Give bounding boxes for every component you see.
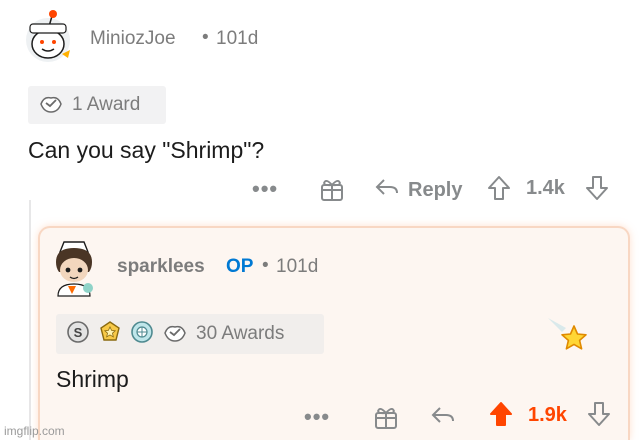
give-award-icon[interactable]: [372, 403, 400, 436]
score: 1.9k: [528, 404, 567, 426]
upvote-button[interactable]: [488, 400, 514, 433]
username[interactable]: sparklees: [117, 256, 205, 278]
downvote-button[interactable]: [586, 400, 612, 433]
thread-line[interactable]: [29, 200, 31, 440]
reply-button[interactable]: Reply: [374, 176, 462, 204]
watermark: imgflip.com: [4, 424, 65, 438]
gold-award-icon: [98, 320, 122, 349]
awards-label: 1 Award: [72, 94, 141, 115]
wholesome-award-icon: [38, 92, 64, 119]
avatar-miniozjoe[interactable]: [22, 6, 78, 64]
reply-icon[interactable]: [430, 404, 456, 431]
awards-chip[interactable]: S 30 Awards: [56, 314, 324, 354]
give-award-icon[interactable]: [318, 175, 346, 208]
downvote-button[interactable]: [584, 174, 610, 207]
separator-dot: •: [262, 255, 269, 276]
comment-body: Can you say "Shrimp"?: [28, 137, 265, 163]
comment-body: Shrimp: [56, 366, 129, 392]
username[interactable]: MiniozJoe: [90, 28, 176, 50]
op-badge: OP: [226, 256, 254, 277]
gilded-star-sparkle-icon: [544, 312, 590, 356]
more-options-button[interactable]: •••: [252, 176, 278, 202]
wholesome-award-icon: [162, 321, 188, 348]
comment-age: 101d: [216, 28, 259, 49]
awards-label: 30 Awards: [196, 323, 285, 344]
platinum-award-icon: [130, 320, 154, 349]
upvote-button[interactable]: [486, 174, 512, 207]
reply-label: Reply: [408, 178, 463, 201]
avatar-sparklees[interactable]: [46, 236, 102, 300]
svg-text:S: S: [74, 325, 83, 340]
score: 1.4k: [526, 177, 565, 199]
separator-dot: •: [202, 27, 209, 48]
silver-award-icon: S: [66, 320, 90, 349]
more-options-button[interactable]: •••: [304, 404, 330, 430]
reply-icon: [374, 176, 400, 204]
comment-age: 101d: [276, 256, 319, 277]
awards-chip[interactable]: 1 Award: [28, 86, 166, 124]
